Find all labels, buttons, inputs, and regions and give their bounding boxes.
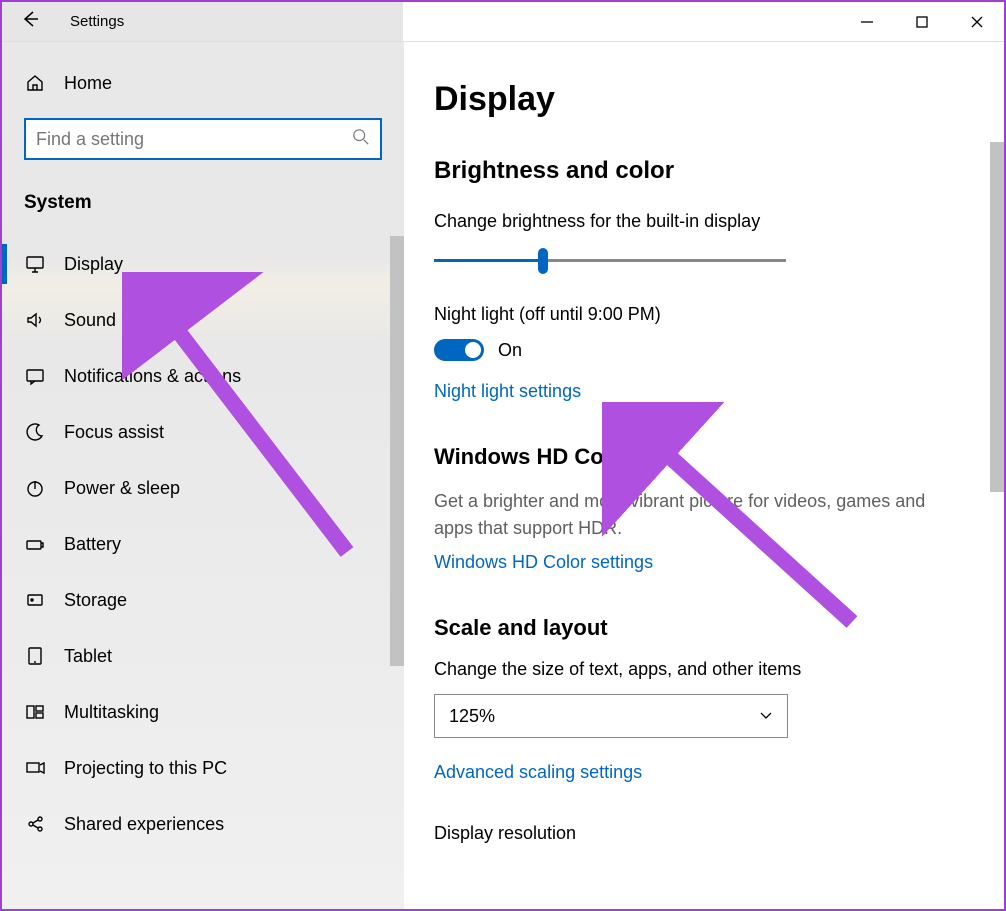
sidebar-item-shared[interactable]: Shared experiences	[2, 796, 404, 852]
scale-select[interactable]: 125%	[434, 694, 788, 738]
sidebar-item-label: Sound	[64, 310, 116, 331]
home-button[interactable]: Home	[2, 42, 404, 118]
moon-icon	[24, 421, 46, 443]
window-title: Settings	[70, 13, 124, 30]
sidebar-item-label: Multitasking	[64, 702, 159, 723]
scale-value: 125%	[449, 706, 495, 727]
sidebar-item-tablet[interactable]: Tablet	[2, 628, 404, 684]
close-button[interactable]	[949, 2, 1004, 42]
chevron-down-icon	[759, 706, 773, 727]
main-content: Display Brightness and color Change brig…	[404, 42, 1004, 909]
project-icon	[24, 757, 46, 779]
hdcolor-desc: Get a brighter and more vibrant picture …	[434, 488, 954, 542]
advanced-scaling-link[interactable]: Advanced scaling settings	[434, 762, 642, 783]
search-icon	[352, 128, 370, 151]
sidebar-item-label: Storage	[64, 590, 127, 611]
speaker-icon	[24, 309, 46, 331]
nav-list: ▲ DisplaySoundNotifications & actionsFoc…	[2, 236, 404, 909]
page-title: Display	[434, 80, 954, 119]
home-icon	[24, 72, 46, 94]
sidebar: Home System ▲ DisplaySoundNotifications …	[2, 42, 404, 909]
share-icon	[24, 813, 46, 835]
nav-heading: System	[2, 182, 404, 236]
sidebar-item-power[interactable]: Power & sleep	[2, 460, 404, 516]
tablet-icon	[24, 645, 46, 667]
sidebar-item-sound[interactable]: Sound	[2, 292, 404, 348]
nightlight-state: On	[498, 340, 522, 361]
sidebar-item-projecting[interactable]: Projecting to this PC	[2, 740, 404, 796]
sidebar-item-label: Focus assist	[64, 422, 164, 443]
title-bar: Settings	[2, 2, 1004, 42]
brightness-slider[interactable]	[434, 246, 786, 276]
hdcolor-link[interactable]: Windows HD Color settings	[434, 552, 653, 573]
back-button[interactable]	[20, 9, 40, 34]
sidebar-item-label: Shared experiences	[64, 814, 224, 835]
sidebar-item-label: Notifications & actions	[64, 366, 241, 387]
home-label: Home	[64, 73, 112, 94]
sidebar-item-label: Tablet	[64, 646, 112, 667]
nightlight-toggle[interactable]	[434, 339, 484, 361]
sidebar-item-battery[interactable]: Battery	[2, 516, 404, 572]
scale-label: Change the size of text, apps, and other…	[434, 659, 954, 680]
sidebar-item-multitasking[interactable]: Multitasking	[2, 684, 404, 740]
monitor-icon	[24, 253, 46, 275]
sidebar-scrollbar[interactable]	[390, 236, 404, 666]
sidebar-item-label: Display	[64, 254, 123, 275]
scale-title: Scale and layout	[434, 615, 954, 641]
sidebar-item-storage[interactable]: Storage	[2, 572, 404, 628]
message-icon	[24, 365, 46, 387]
power-icon	[24, 477, 46, 499]
section-brightness-title: Brightness and color	[434, 157, 954, 185]
search-input[interactable]	[24, 118, 382, 160]
sidebar-item-label: Battery	[64, 534, 121, 555]
sidebar-item-label: Projecting to this PC	[64, 758, 227, 779]
brightness-label: Change brightness for the built-in displ…	[434, 211, 954, 232]
main-scrollbar[interactable]	[990, 142, 1004, 492]
minimize-button[interactable]	[839, 2, 894, 42]
nightlight-label: Night light (off until 9:00 PM)	[434, 304, 954, 325]
sidebar-item-notifications[interactable]: Notifications & actions	[2, 348, 404, 404]
maximize-button[interactable]	[894, 2, 949, 42]
resolution-label: Display resolution	[434, 823, 954, 844]
sidebar-item-display[interactable]: Display	[2, 236, 404, 292]
sidebar-item-label: Power & sleep	[64, 478, 180, 499]
battery-icon	[24, 533, 46, 555]
hdcolor-title: Windows HD Color	[434, 444, 954, 470]
storage-icon	[24, 589, 46, 611]
sidebar-item-focus[interactable]: Focus assist	[2, 404, 404, 460]
multitask-icon	[24, 701, 46, 723]
nightlight-settings-link[interactable]: Night light settings	[434, 381, 581, 402]
